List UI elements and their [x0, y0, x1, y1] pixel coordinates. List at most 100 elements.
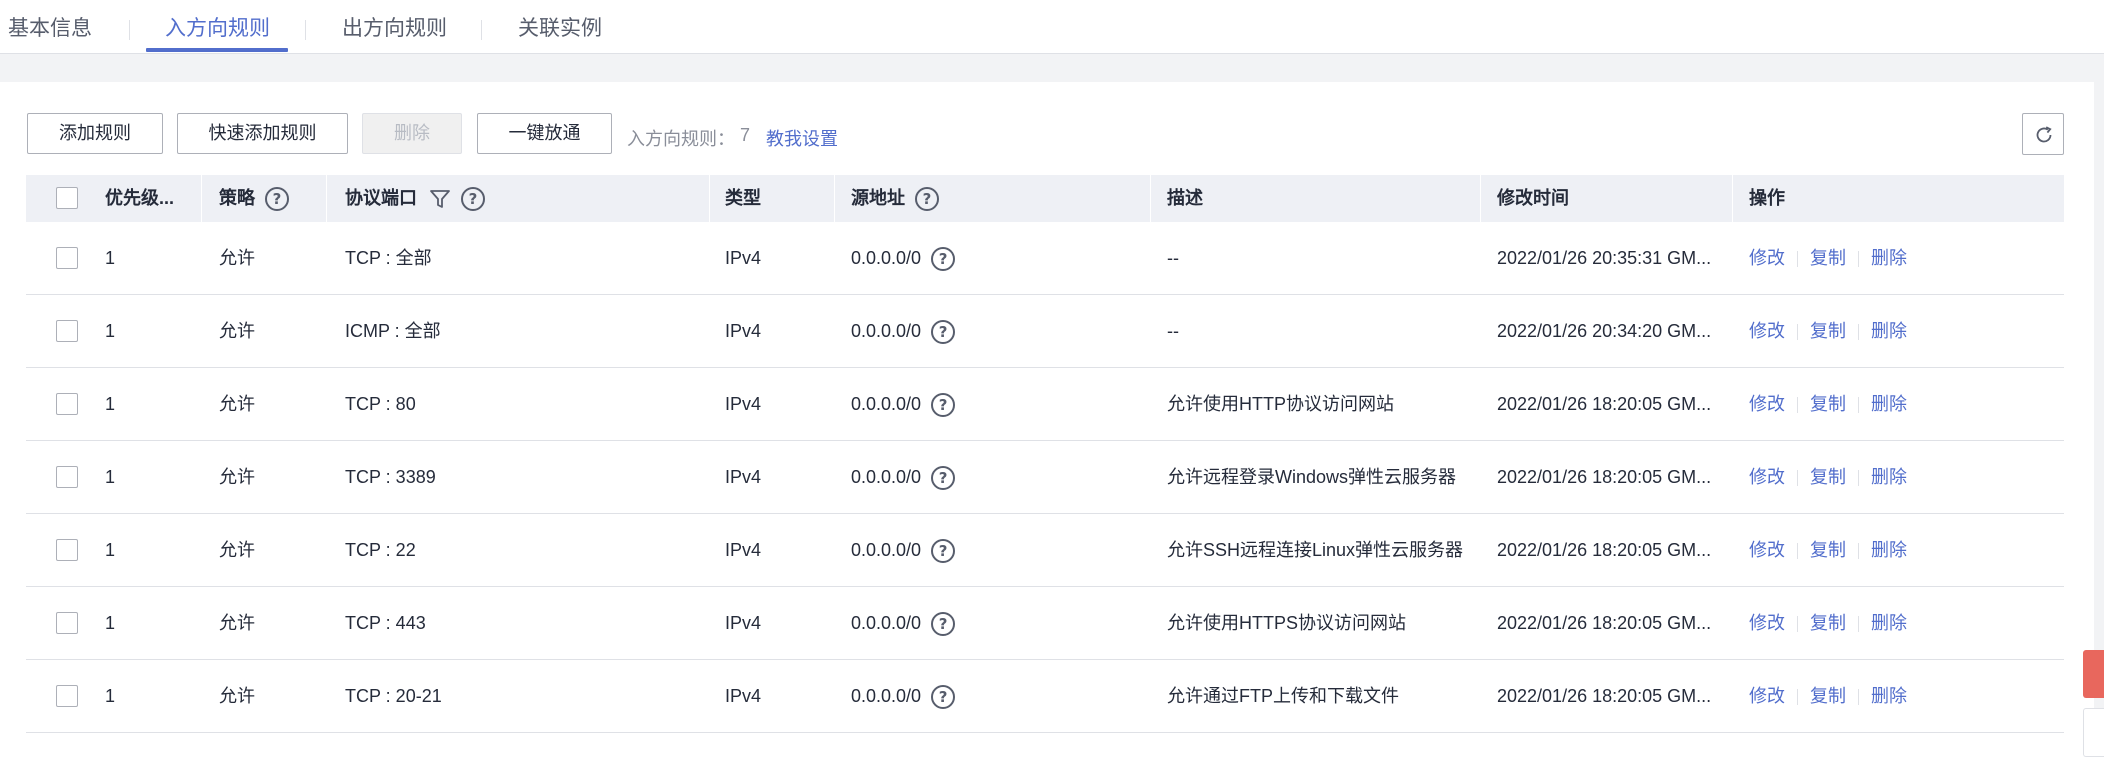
priority-cell: 1 — [105, 467, 116, 487]
help-icon[interactable]: ? — [931, 466, 956, 491]
row-checkbox[interactable] — [56, 393, 78, 415]
protocol-port-cell: TCP : 全部 — [345, 248, 432, 268]
action-divider — [1858, 470, 1859, 487]
help-icon[interactable]: ? — [931, 685, 956, 710]
modified-time-cell: 2022/01/26 18:20:05 GM... — [1497, 394, 1712, 414]
action-divider — [1797, 251, 1798, 268]
description-cell: -- — [1167, 248, 1179, 268]
help-icon[interactable]: ? — [931, 247, 956, 272]
column-source: 源地址? — [851, 175, 939, 222]
table-header: 优先级... 策略? 协议端口? 类型 源地址? 描述 修改时间 操作 — [26, 175, 2064, 222]
delete-button[interactable]: 删除 — [362, 113, 462, 154]
actions-cell: 修改 复制 删除 — [1749, 441, 1907, 514]
modify-link[interactable]: 修改 — [1749, 248, 1785, 268]
description-cell: 允许SSH远程连接Linux弹性云服务器 — [1167, 540, 1464, 560]
add-rule-button[interactable]: 添加规则 — [27, 113, 163, 154]
copy-link[interactable]: 复制 — [1810, 613, 1846, 633]
action-divider — [1797, 397, 1798, 414]
modify-link[interactable]: 修改 — [1749, 394, 1785, 414]
priority-cell: 1 — [105, 686, 116, 706]
row-checkbox[interactable] — [56, 539, 78, 561]
protocol-port-cell: TCP : 443 — [345, 613, 426, 633]
delete-link[interactable]: 删除 — [1871, 467, 1907, 487]
table-row: 1 允许 TCP : 全部 IPv4 0.0.0.0/0? -- 2022/01… — [26, 222, 2064, 295]
modify-link[interactable]: 修改 — [1749, 613, 1785, 633]
one-click-allow-button[interactable]: 一键放通 — [477, 113, 612, 154]
source-cell: 0.0.0.0/0? — [851, 295, 956, 368]
filter-icon[interactable] — [429, 188, 451, 210]
priority-cell: 1 — [105, 394, 116, 414]
modified-time-cell: 2022/01/26 18:20:05 GM... — [1497, 613, 1712, 633]
help-icon[interactable]: ? — [461, 187, 485, 212]
tab-divider — [305, 20, 306, 40]
policy-cell: 允许 — [219, 321, 255, 341]
refresh-button[interactable] — [2022, 113, 2064, 155]
modify-link[interactable]: 修改 — [1749, 540, 1785, 560]
policy-cell: 允许 — [219, 467, 255, 487]
copy-link[interactable]: 复制 — [1810, 321, 1846, 341]
delete-link[interactable]: 删除 — [1871, 321, 1907, 341]
copy-link[interactable]: 复制 — [1810, 394, 1846, 414]
copy-link[interactable]: 复制 — [1810, 540, 1846, 560]
actions-cell: 修改 复制 删除 — [1749, 514, 1907, 587]
delete-link[interactable]: 删除 — [1871, 686, 1907, 706]
actions-cell: 修改 复制 删除 — [1749, 660, 1907, 733]
help-icon[interactable]: ? — [265, 187, 289, 212]
actions-cell: 修改 复制 删除 — [1749, 295, 1907, 368]
help-icon[interactable]: ? — [931, 320, 956, 345]
floating-feedback-button[interactable] — [2083, 650, 2104, 698]
teach-me-link[interactable]: 教我设置 — [766, 125, 838, 151]
modified-time-cell: 2022/01/26 18:20:05 GM... — [1497, 540, 1712, 560]
modified-time-cell: 2022/01/26 20:34:20 GM... — [1497, 321, 1712, 341]
help-icon[interactable]: ? — [915, 187, 939, 212]
priority-cell: 1 — [105, 613, 116, 633]
delete-link[interactable]: 删除 — [1871, 613, 1907, 633]
source-cell: 0.0.0.0/0? — [851, 660, 956, 733]
help-icon[interactable]: ? — [931, 539, 956, 564]
type-cell: IPv4 — [725, 394, 762, 414]
copy-link[interactable]: 复制 — [1810, 248, 1846, 268]
row-checkbox[interactable] — [56, 466, 78, 488]
source-cell: 0.0.0.0/0? — [851, 368, 956, 441]
tab-basic-info[interactable]: 基本信息 — [8, 14, 92, 52]
source-value: 0.0.0.0/0 — [851, 613, 922, 633]
row-checkbox[interactable] — [56, 685, 78, 707]
delete-link[interactable]: 删除 — [1871, 248, 1907, 268]
modify-link[interactable]: 修改 — [1749, 686, 1785, 706]
column-divider — [834, 175, 835, 222]
description-cell: 允许通过FTP上传和下载文件 — [1167, 686, 1399, 706]
column-divider — [201, 175, 202, 222]
floating-help-button[interactable] — [2083, 708, 2104, 757]
copy-link[interactable]: 复制 — [1810, 686, 1846, 706]
tab-inbound-rules[interactable]: 入方向规则 — [165, 14, 270, 52]
modified-time-cell: 2022/01/26 20:35:31 GM... — [1497, 248, 1712, 268]
action-divider — [1797, 543, 1798, 560]
row-checkbox[interactable] — [56, 247, 78, 269]
type-cell: IPv4 — [725, 248, 762, 268]
column-description: 描述 — [1167, 188, 1203, 208]
modify-link[interactable]: 修改 — [1749, 467, 1785, 487]
select-all-checkbox[interactable] — [56, 187, 78, 209]
column-type: 类型 — [725, 188, 761, 208]
copy-link[interactable]: 复制 — [1810, 467, 1846, 487]
action-divider — [1858, 324, 1859, 341]
row-checkbox[interactable] — [56, 320, 78, 342]
column-divider — [709, 175, 710, 222]
protocol-port-cell: ICMP : 全部 — [345, 321, 441, 341]
row-checkbox[interactable] — [56, 612, 78, 634]
modified-time-cell: 2022/01/26 18:20:05 GM... — [1497, 467, 1712, 487]
tab-associated-instances[interactable]: 关联实例 — [518, 14, 602, 52]
column-divider — [1732, 175, 1733, 222]
protocol-port-cell: TCP : 80 — [345, 394, 416, 414]
column-priority[interactable]: 优先级... — [105, 175, 174, 222]
delete-link[interactable]: 删除 — [1871, 540, 1907, 560]
tab-outbound-rules[interactable]: 出方向规则 — [342, 14, 447, 52]
type-cell: IPv4 — [725, 321, 762, 341]
column-modified-time: 修改时间 — [1497, 188, 1569, 208]
column-actions: 操作 — [1749, 188, 1785, 208]
help-icon[interactable]: ? — [931, 612, 956, 637]
quick-add-rule-button[interactable]: 快速添加规则 — [177, 113, 348, 154]
delete-link[interactable]: 删除 — [1871, 394, 1907, 414]
modify-link[interactable]: 修改 — [1749, 321, 1785, 341]
help-icon[interactable]: ? — [931, 393, 956, 418]
